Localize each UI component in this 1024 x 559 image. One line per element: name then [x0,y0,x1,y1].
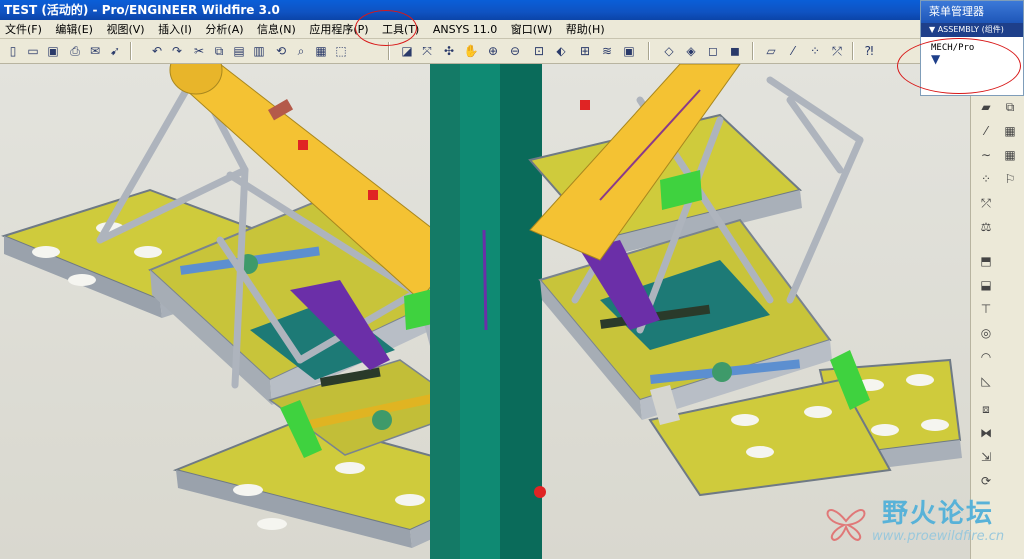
curve-tool-icon[interactable]: ∼ [977,146,995,164]
regenerate-icon[interactable]: ⟲ [272,42,290,60]
menu-view[interactable]: 视图(V) [101,20,149,39]
feature-toolbar: ▱ ⧉ ▰ ⧉ ⁄ ▦ ∼ ▦ ⁘ ⚐ ⤱ ⚖ ⬒ ⬓ ⊤ ◎ ◠ ◺ ⧈ ⧓ … [970,64,1024,559]
view-manager-icon[interactable]: ▣ [620,42,638,60]
right-assembly [528,64,962,497]
sketch-icon[interactable]: ◪ [398,42,416,60]
send-icon[interactable]: ➹ [106,42,124,60]
hidden-line-icon[interactable]: ◈ [682,42,700,60]
orient-icon[interactable]: ✣ [440,42,458,60]
menu-tools[interactable]: 工具(T) [377,20,424,39]
refit-icon[interactable]: ⊡ [530,42,548,60]
mech-pro-item[interactable]: MECH/Pro [921,37,1023,53]
menu-window[interactable]: 窗口(W) [506,20,557,39]
new-file-icon[interactable]: ▯ [4,42,22,60]
redo-icon[interactable]: ↷ [168,42,186,60]
menu-ansys[interactable]: ANSYS 11.0 [428,20,502,39]
undo-icon[interactable]: ↶ [148,42,166,60]
parallelogram-icon[interactable]: ▰ [977,98,995,116]
no-hidden-icon[interactable]: ◻ [704,42,722,60]
find-icon[interactable]: ⌕ [292,42,310,60]
shading-icon[interactable]: ◼ [726,42,744,60]
saved-views-icon[interactable]: ⊞ [576,42,594,60]
toolbar-divider [388,42,390,60]
help-pointer-icon[interactable]: ⁈ [860,42,878,60]
graphics-viewport[interactable] [0,64,970,559]
cut-icon[interactable]: ✂ [190,42,208,60]
menu-help[interactable]: 帮助(H) [561,20,610,39]
toolbar-divider [852,42,854,60]
menu-file[interactable]: 文件(F) [0,20,47,39]
pattern-tool-icon[interactable]: ⧈ [977,400,995,418]
zoom-out-icon[interactable]: ⊖ [506,42,524,60]
toolbar-divider [130,42,132,60]
reorient-icon[interactable]: ⬖ [552,42,570,60]
central-pole [430,64,546,559]
open-folder-icon[interactable]: ▭ [24,42,42,60]
chamfer-tool-icon[interactable]: ◺ [977,372,995,390]
menu-info[interactable]: 信息(N) [252,20,301,39]
main-toolbar: ▯ ▭ ▣ ⎙ ✉ ➹ ↶ ↷ ✂ ⧉ ▤ ▥ ⟲ ⌕ ▦ ⬚ ◪ ⤧ ✣ ✋ … [0,39,970,64]
repeat-tool-icon[interactable]: ⟳ [977,472,995,490]
move-tool-icon[interactable]: ⇲ [977,448,995,466]
expand-arrow-icon[interactable]: ▼ [921,53,1023,65]
round-tool-icon[interactable]: ◠ [977,348,995,366]
email-icon[interactable]: ✉ [86,42,104,60]
point-tool-icon[interactable]: ⁘ [977,170,995,188]
print-icon[interactable]: ⎙ [66,42,84,60]
model-tree-icon[interactable]: ▦ [312,42,330,60]
spin-center-icon[interactable]: ⤧ [418,42,436,60]
csys-tool-icon[interactable]: ⤱ [977,194,995,212]
menu-manager-subtitle-label: ASSEMBLY (组件) [937,25,1004,34]
axis-tool-icon[interactable]: ⁄ [977,122,995,140]
paste-special-icon[interactable]: ▥ [250,42,268,60]
window-title: TEST (活动的) - Pro/ENGINEER Wildfire 3.0 [4,3,280,17]
menu-manager: 菜单管理器 ▼ ASSEMBLY (组件) MECH/Pro ▼ [920,0,1024,96]
create-component-icon[interactable]: ⬓ [977,276,995,294]
menu-manager-title: 菜单管理器 [921,1,1023,23]
toolbar-divider [648,42,650,60]
flag-tool-icon[interactable]: ⚐ [1001,170,1019,188]
assembly-model [1,64,962,559]
menu-insert[interactable]: 插入(I) [153,20,197,39]
datum-point-icon[interactable]: ⁘ [806,42,824,60]
copy2-tool-icon[interactable]: ⧉ [1001,98,1019,116]
select-box-icon[interactable]: ⬚ [332,42,350,60]
hole-tool-icon[interactable]: ◎ [977,324,995,342]
menu-manager-subtitle[interactable]: ▼ ASSEMBLY (组件) [921,23,1023,37]
wireframe-icon[interactable]: ◇ [660,42,678,60]
datum-axis-icon[interactable]: ⁄ [784,42,802,60]
mirror-tool-icon[interactable]: ⧓ [977,424,995,442]
menu-bar: 文件(F) 编辑(E) 视图(V) 插入(I) 分析(A) 信息(N) 应用程序… [0,20,920,39]
menu-analysis[interactable]: 分析(A) [200,20,248,39]
pan-hand-icon[interactable]: ✋ [462,42,480,60]
analysis-tool-icon[interactable]: ⚖ [977,218,995,236]
component-tool-icon[interactable]: ⬒ [977,252,995,270]
coordinate-system-icon[interactable]: ⤱ [828,42,846,60]
grid-tool-icon[interactable]: ▦ [1001,122,1019,140]
zoom-in-icon[interactable]: ⊕ [484,42,502,60]
toolbar-divider [752,42,754,60]
menu-applications[interactable]: 应用程序(P) [304,20,373,39]
paste-icon[interactable]: ▤ [230,42,248,60]
section-tool-icon[interactable]: ⊤ [977,300,995,318]
layers-icon[interactable]: ≋ [598,42,616,60]
copy-icon[interactable]: ⧉ [210,42,228,60]
application-window: TEST (活动的) - Pro/ENGINEER Wildfire 3.0 文… [0,0,1024,559]
menu-edit[interactable]: 编辑(E) [50,20,98,39]
title-bar: TEST (活动的) - Pro/ENGINEER Wildfire 3.0 [0,0,1024,20]
datum-plane-icon[interactable]: ▱ [762,42,780,60]
save-icon[interactable]: ▣ [44,42,62,60]
table-tool-icon[interactable]: ▦ [1001,146,1019,164]
